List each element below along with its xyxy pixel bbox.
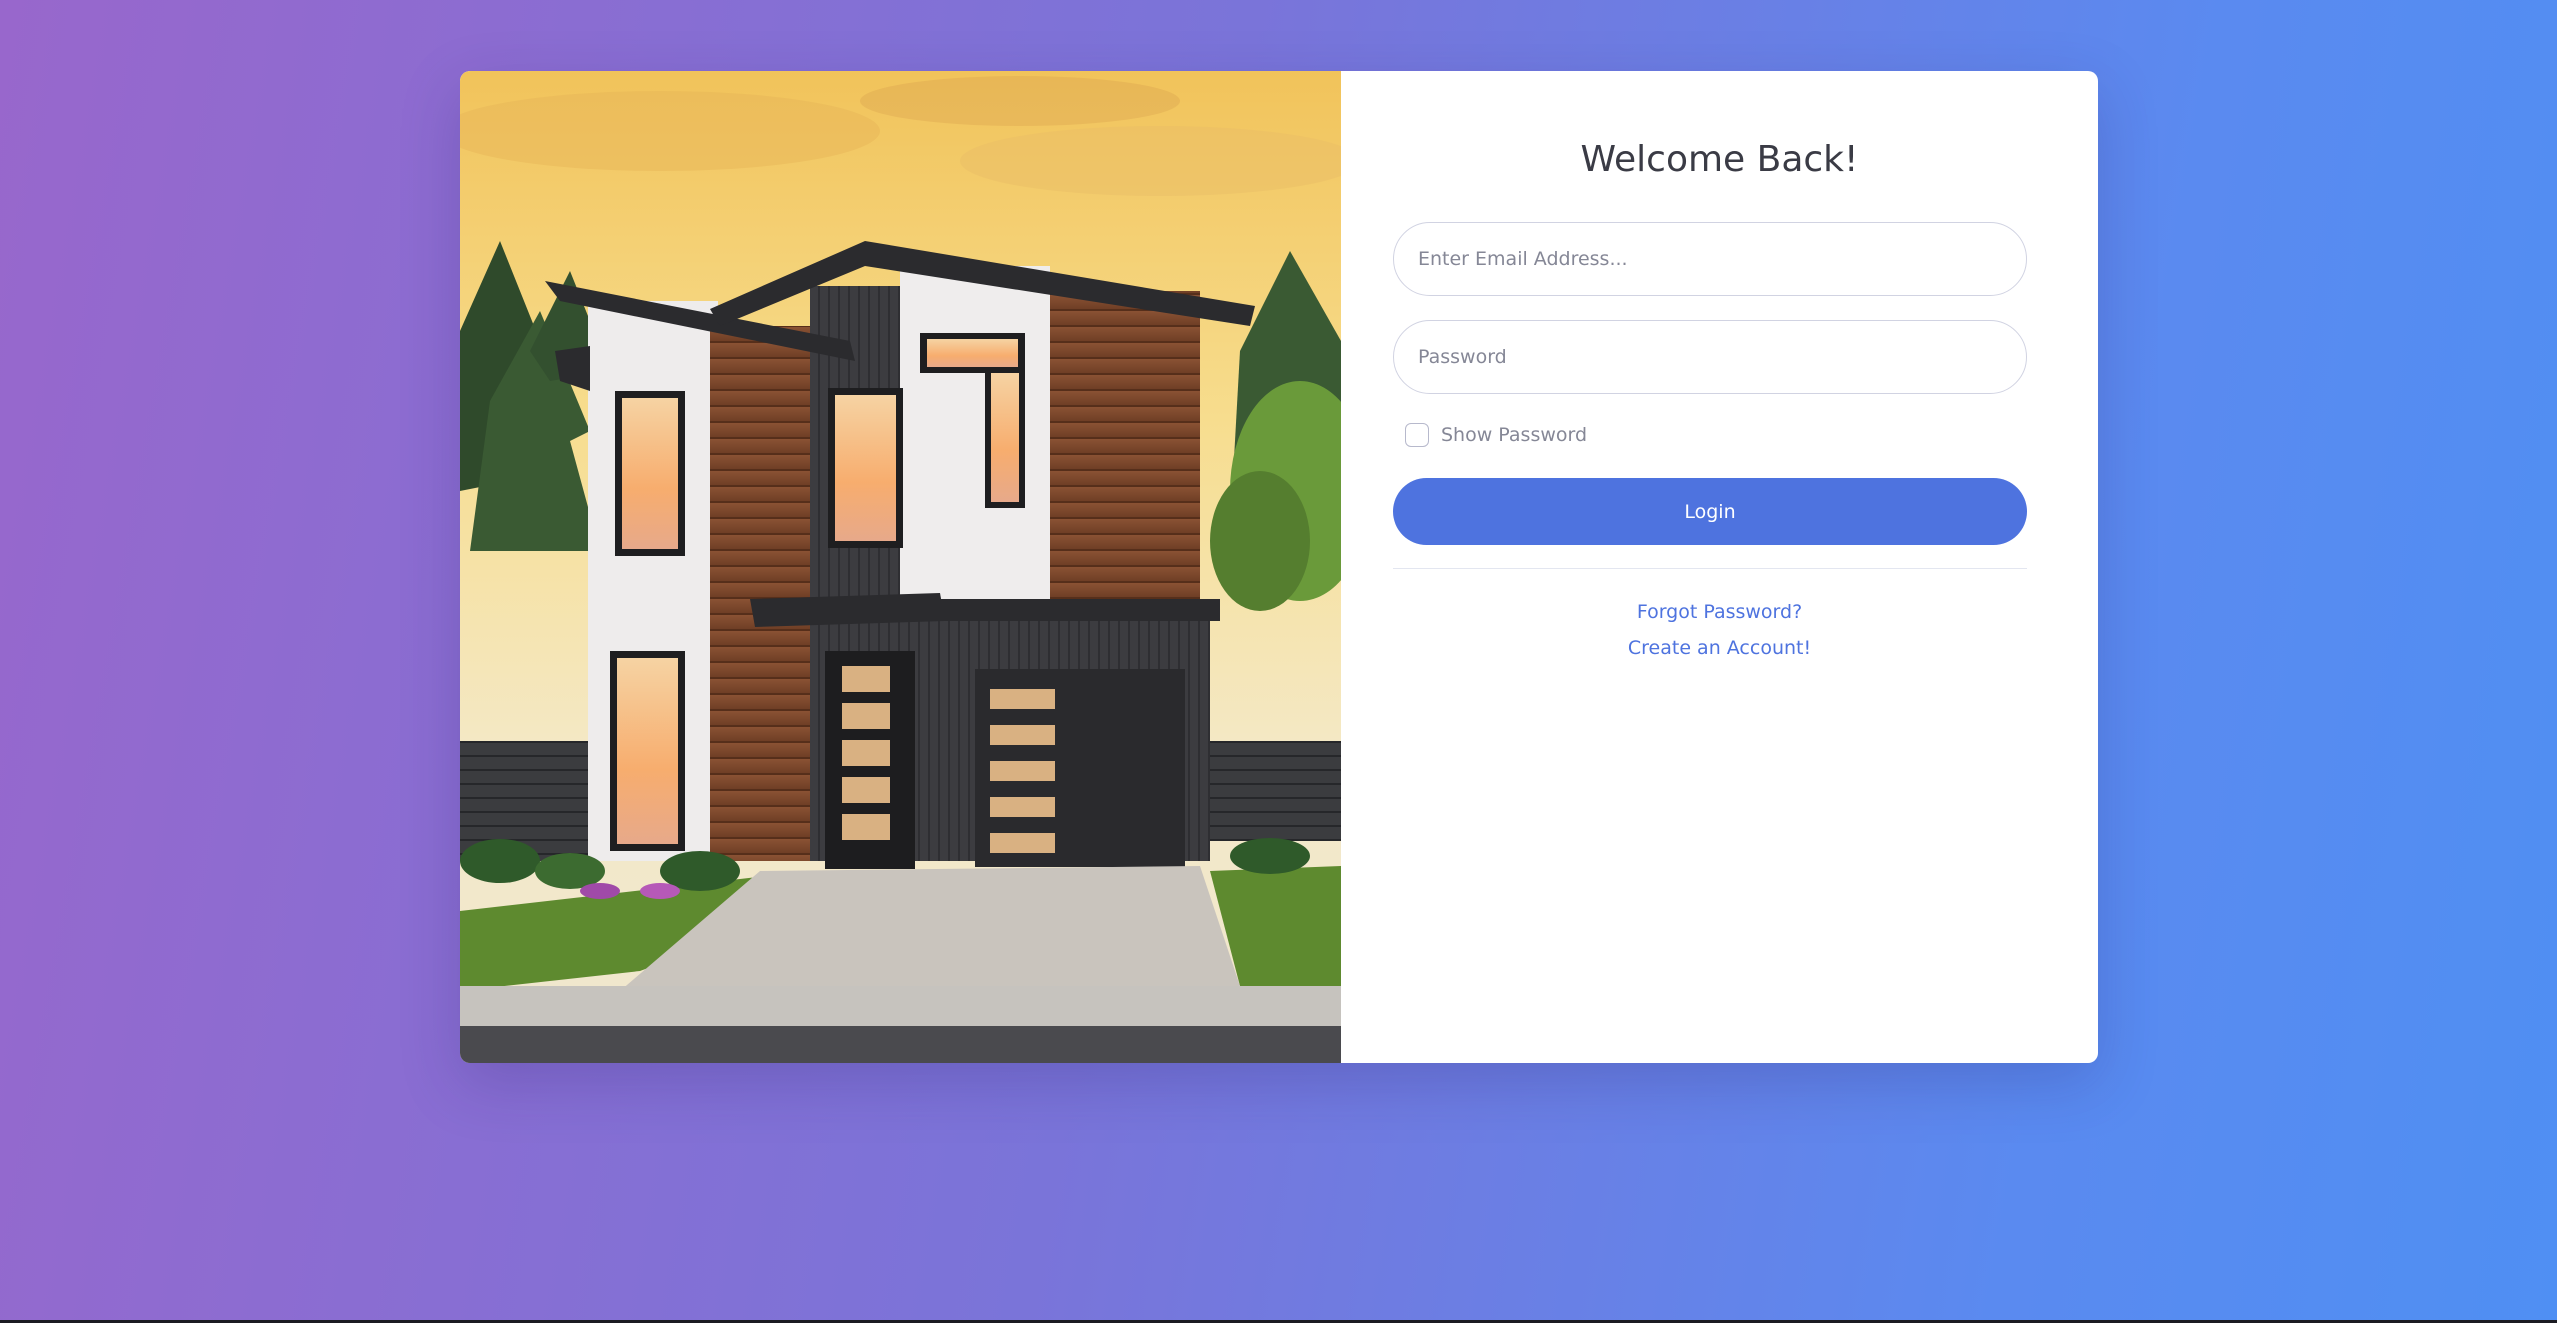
show-password-row: Show Password [1405,423,1587,447]
login-card: Welcome Back! Show Password Login Forgot… [460,71,2098,1063]
password-field[interactable] [1393,320,2027,394]
email-field[interactable] [1393,222,2027,296]
forgot-password-link[interactable]: Forgot Password? [1341,601,2098,623]
show-password-label[interactable]: Show Password [1441,424,1587,446]
house-illustration [460,71,1341,1063]
show-password-checkbox[interactable] [1405,423,1429,447]
create-account-link[interactable]: Create an Account! [1341,637,2098,659]
login-form: Welcome Back! Show Password Login Forgot… [1341,71,2098,1063]
page-title: Welcome Back! [1580,139,1859,180]
house-image [460,71,1341,1063]
divider [1393,568,2027,569]
login-button[interactable]: Login [1393,478,2027,545]
